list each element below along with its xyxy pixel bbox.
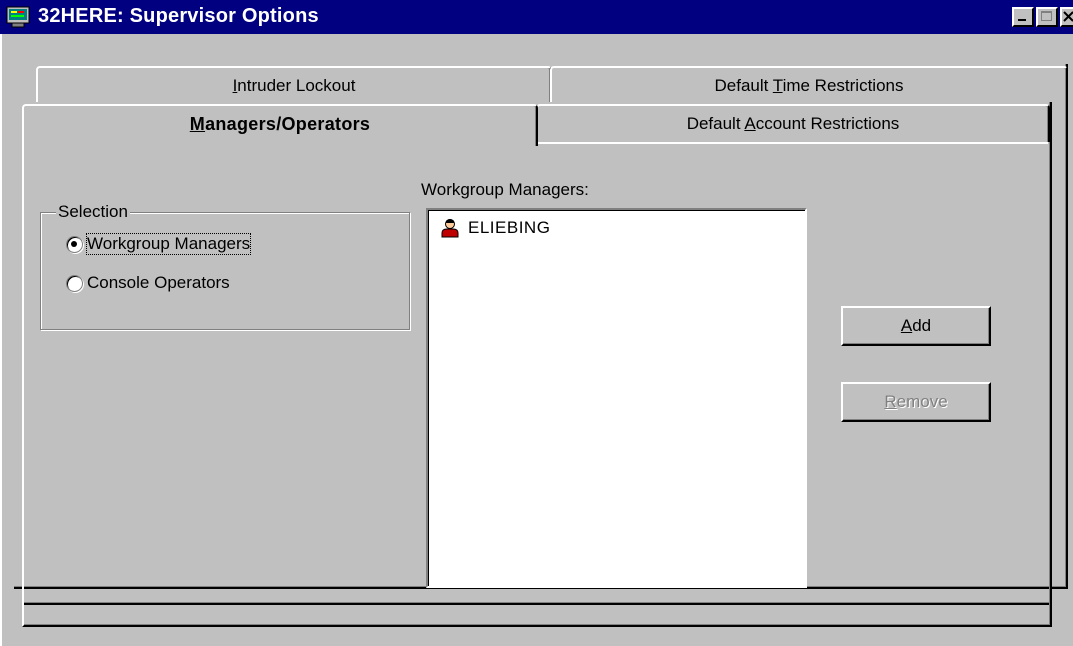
minimize-button[interactable] [1012, 7, 1034, 27]
close-icon [1063, 11, 1073, 22]
tab-default-account-restrictions[interactable]: Default Account Restrictions [536, 104, 1050, 142]
maximize-button[interactable] [1036, 7, 1058, 27]
tab-label: Managers/Operators [189, 114, 371, 134]
tab-intruder-lockout[interactable]: Intruder Lockout [36, 66, 552, 102]
radio-label: Console Operators [87, 273, 230, 292]
radio-button-icon[interactable] [66, 274, 83, 292]
list-item-label: ELIEBING [468, 218, 551, 237]
add-button[interactable]: Add [841, 306, 991, 346]
workgroup-managers-list[interactable]: ELIEBING [426, 208, 807, 588]
selection-group-box [40, 212, 410, 330]
tab-label: Default Account Restrictions [686, 114, 900, 133]
tab-label: Default Time Restrictions [714, 76, 904, 95]
tab-default-time-restrictions[interactable]: Default Time Restrictions [550, 66, 1068, 102]
window-title: 32HERE: Supervisor Options [38, 5, 319, 27]
list-label: Workgroup Managers: [421, 180, 589, 199]
selection-legend: Selection [56, 202, 130, 222]
tab-managers-operators[interactable]: Managers/Operators [22, 104, 538, 146]
radio-console-operators[interactable]: Console Operators [66, 273, 230, 293]
remove-button-label: Remove [884, 392, 948, 411]
list-item[interactable]: ELIEBING [440, 218, 550, 238]
radio-label: Workgroup Managers [85, 233, 252, 255]
title-bar[interactable]: 32HERE: Supervisor Options [0, 0, 1073, 34]
remove-button[interactable]: Remove [841, 382, 991, 422]
minimize-icon [1018, 19, 1026, 21]
close-button[interactable] [1060, 7, 1073, 27]
maximize-icon [1041, 11, 1052, 21]
radio-button-checked-icon[interactable] [66, 235, 83, 253]
divider [536, 142, 1048, 144]
user-icon [441, 219, 459, 238]
radio-workgroup-managers[interactable]: Workgroup Managers [66, 233, 252, 255]
add-button-label: Add [900, 316, 932, 335]
tab-label: Intruder Lockout [232, 76, 356, 95]
app-monitor-icon[interactable] [6, 6, 30, 28]
